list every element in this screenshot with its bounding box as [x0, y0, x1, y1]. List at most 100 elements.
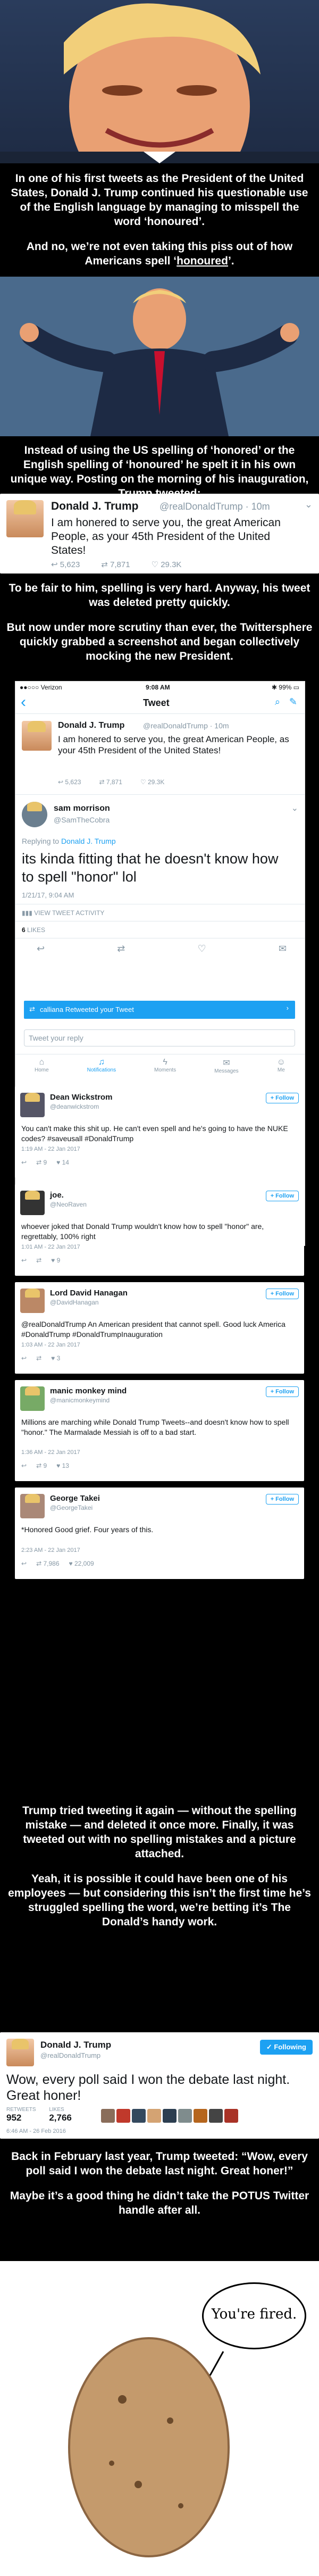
likes-label: LIKES — [27, 926, 46, 934]
liker-avatar[interactable] — [194, 2109, 207, 2123]
like-action[interactable]: ♡ 29.3K — [152, 560, 182, 569]
more-icon[interactable]: ⌄ — [291, 803, 298, 813]
liker-avatar[interactable] — [224, 2109, 238, 2123]
bell-icon: ♫ — [98, 1058, 105, 1067]
retweet-action[interactable]: ⇄ 7,871 — [101, 560, 130, 569]
follow-button[interactable]: + Follow — [265, 1386, 299, 1397]
tab-notifications-label: Notifications — [87, 1067, 116, 1073]
tab-messages[interactable]: ✉ Messages — [214, 1054, 239, 1081]
joe-avatar — [20, 1191, 45, 1215]
reply-icon[interactable]: ↩ — [21, 1257, 27, 1264]
reply-icon[interactable]: ↩ — [21, 1355, 27, 1362]
like-action[interactable]: ♥ 13 — [56, 1462, 69, 1469]
caption-intro-p2: And no, we’re not even taking this piss … — [5, 239, 314, 268]
reply-icon[interactable]: ↩ — [37, 943, 45, 954]
caption-intro: In one of his first tweets as the Presid… — [5, 171, 314, 279]
reply-author-name[interactable]: sam morrison — [54, 804, 110, 813]
like-action[interactable]: ♥ 14 — [56, 1159, 69, 1166]
share-icon[interactable]: ✉ — [279, 943, 287, 954]
reply-name[interactable]: joe. — [50, 1191, 64, 1200]
liker-avatar[interactable] — [209, 2109, 223, 2123]
follow-label: Follow — [275, 1389, 294, 1395]
reply-name[interactable]: manic monkey mind — [50, 1386, 127, 1395]
like-action[interactable]: ♥ 22,009 — [69, 1560, 94, 1567]
bluetooth-icon: ✱ — [271, 684, 279, 691]
liker-avatar[interactable] — [163, 2109, 177, 2123]
tab-me[interactable]: ☺ Me — [277, 1054, 286, 1081]
carrier-label: ●●○○○ Verizon — [20, 684, 62, 691]
embedded-retweet-action[interactable]: ⇄ 7,871 — [99, 778, 122, 786]
embedded-tweet-text: I am honered to serve you, the great Ame… — [58, 734, 289, 755]
tab-moments[interactable]: ϟ Moments — [154, 1054, 176, 1081]
replying-to-handle[interactable]: Donald J. Trump — [61, 837, 116, 845]
back-button[interactable]: ‹ — [21, 693, 26, 711]
liker-avatars — [101, 2109, 238, 2123]
trump-avatar-small — [22, 721, 52, 751]
heart-icon: ♥ — [56, 1462, 61, 1469]
search-icon[interactable]: ⌕ — [275, 696, 280, 708]
liker-avatar[interactable] — [116, 2109, 130, 2123]
retweet-icon: ⇄ — [99, 778, 105, 786]
compose-icon[interactable]: ✎ — [289, 696, 297, 708]
reply-card-time: 1:36 AM - 22 Jan 2017 — [21, 1449, 80, 1456]
follow-button[interactable]: + Follow — [265, 1093, 299, 1103]
reply-handle: @GeorgeTakei — [50, 1504, 93, 1511]
retweets-label: RETWEETS — [6, 2107, 36, 2113]
like-action[interactable]: ♥ 3 — [51, 1355, 60, 1362]
reply-name[interactable]: George Takei — [50, 1494, 100, 1503]
retweet-action[interactable]: ⇄ 9 — [36, 1462, 47, 1469]
reply-name[interactable]: Dean Wickstrom — [50, 1093, 112, 1102]
embedded-like-action[interactable]: ♡ 29.3K — [140, 778, 164, 786]
follow-button[interactable]: + Follow — [265, 1494, 299, 1505]
tweet-card-original: Donald J. Trump @realDonaldTrump · 10m ⌄… — [0, 494, 319, 574]
embedded-reply-action[interactable]: ↩ 5,623 — [58, 778, 81, 786]
caption-scrutiny: To be fair to him, spelling is very hard… — [5, 581, 314, 674]
follow-button[interactable]: + Follow — [265, 1289, 299, 1299]
retweet-action[interactable]: ⇄ 9 — [36, 1159, 47, 1166]
reply-card-actions: ↩ ⇄ 9 ♥ 14 — [21, 1159, 69, 1166]
replying-to: Replying to Donald J. Trump — [22, 837, 116, 845]
liker-avatar[interactable] — [147, 2109, 161, 2123]
tweet-actions: ↩ 5,623 ⇄ 7,871 ♡ 29.3K — [51, 560, 181, 569]
honer-author-name[interactable]: Donald J. Trump — [40, 2040, 111, 2050]
tweet-author-name[interactable]: Donald J. Trump — [51, 500, 139, 513]
reply-icon[interactable]: ↩ — [21, 1462, 27, 1469]
retweet-icon[interactable]: ⇄ — [36, 1257, 41, 1264]
liker-avatar[interactable] — [178, 2109, 192, 2123]
takei-avatar — [20, 1494, 45, 1518]
home-icon: ⌂ — [39, 1058, 45, 1067]
trump-avatar — [6, 2039, 34, 2066]
liker-avatar[interactable] — [132, 2109, 146, 2123]
retweet-icon[interactable]: ⇄ — [117, 943, 125, 954]
retweet-action[interactable]: ⇄ 7,986 — [36, 1560, 59, 1567]
add-user-icon: + — [270, 1095, 276, 1101]
caption-intro-p2-end: ’. — [228, 255, 234, 267]
reply-input[interactable]: Tweet your reply — [24, 1029, 295, 1046]
potato-image: You're fired. — [0, 2261, 319, 2576]
lightning-icon: ϟ — [163, 1058, 167, 1067]
retweet-notification-banner[interactable]: ⇄ calliana Retweeted your Tweet › — [24, 1001, 295, 1019]
embedded-author-name[interactable]: Donald J. Trump — [58, 721, 124, 730]
status-time: 9:08 AM — [146, 684, 170, 691]
follow-button[interactable]: + Follow — [265, 1191, 299, 1201]
tab-home[interactable]: ⌂ Home — [35, 1054, 49, 1081]
liker-avatar[interactable] — [101, 2109, 115, 2123]
tab-home-label: Home — [34, 1067, 49, 1073]
reply-icon[interactable]: ↩ — [21, 1159, 27, 1166]
tab-notifications[interactable]: ♫ Notifications — [87, 1054, 116, 1081]
reply-action[interactable]: ↩ 5,623 — [51, 560, 80, 569]
caption-retry-p1: Trump tried tweeting it again — without … — [22, 1805, 297, 1860]
likes-count: 6 — [22, 926, 26, 934]
chevron-down-icon[interactable]: ⌄ — [305, 499, 313, 510]
reply-icon[interactable]: ↩ — [21, 1560, 27, 1567]
reply-name[interactable]: Lord David Hanagan — [50, 1289, 128, 1298]
following-button[interactable]: ✓ Following — [259, 2040, 313, 2055]
embedded-author-handle: @realDonaldTrump · 10m — [143, 721, 229, 730]
heart-icon: ♥ — [56, 1159, 61, 1166]
retweet-icon[interactable]: ⇄ — [36, 1355, 41, 1362]
heart-icon[interactable]: ♡ — [198, 943, 206, 954]
reply-card-time: 2:23 AM - 22 Jan 2017 — [21, 1547, 80, 1553]
like-action[interactable]: ♥ 9 — [51, 1257, 60, 1264]
reply-card-text: You can't make this shit up. He can't ev… — [21, 1124, 288, 1143]
view-tweet-activity[interactable]: ▮▮▮ VIEW TWEET ACTIVITY — [22, 909, 104, 917]
